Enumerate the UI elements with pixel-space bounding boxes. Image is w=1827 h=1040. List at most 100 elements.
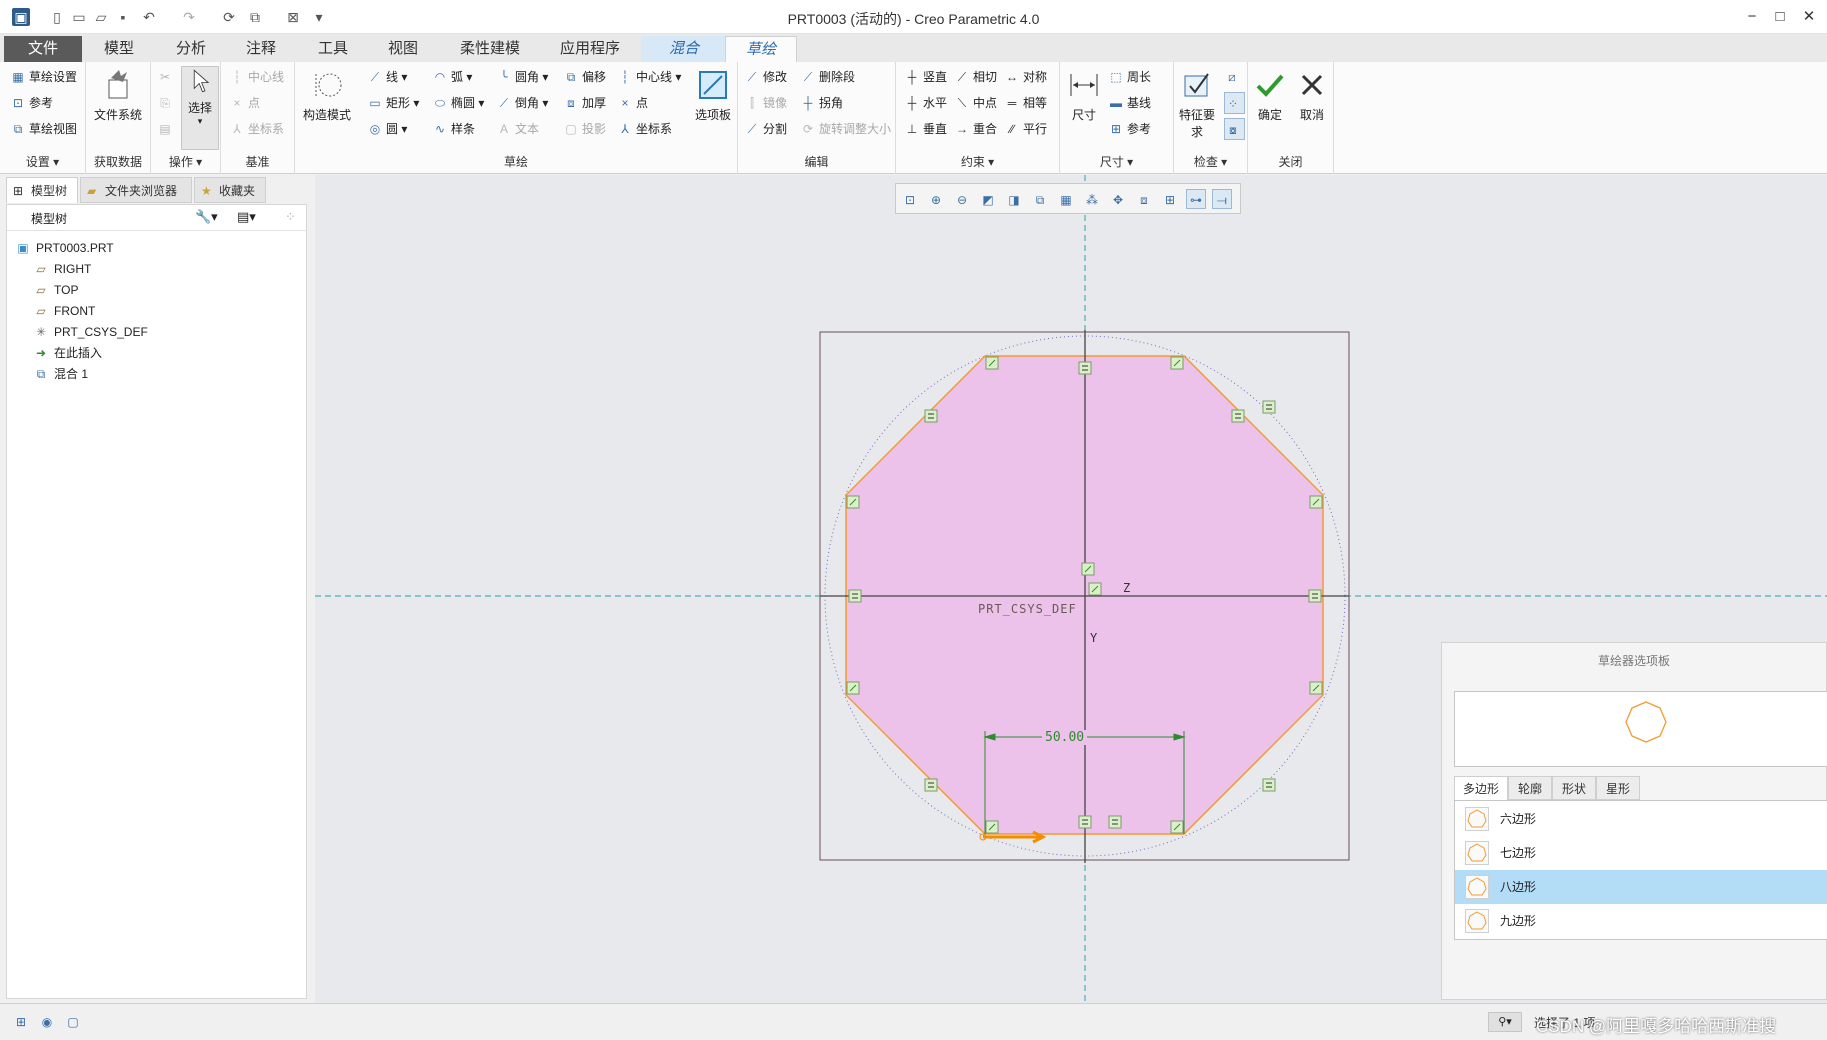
mirror-button[interactable]: ⫿ 镜像 xyxy=(744,92,787,114)
perimeter-button[interactable]: ⬚ 周长 xyxy=(1108,66,1151,88)
cut-icon[interactable]: ✂ xyxy=(157,66,176,88)
palette-item[interactable]: 六边形 xyxy=(1455,802,1827,836)
tab-blend[interactable]: 混合 xyxy=(641,36,727,62)
file-system-button[interactable]: 文件系统 xyxy=(92,68,144,123)
sketch-point-button[interactable]: × 点 xyxy=(617,92,648,114)
construction-mode-button[interactable]: 构造模式 xyxy=(297,68,357,123)
group-operations-label[interactable]: 操作 ▾ xyxy=(151,153,220,170)
tab-sketch[interactable]: 草绘 xyxy=(725,36,797,62)
sketch-view-button[interactable]: ⧉ 草绘视图 xyxy=(10,118,77,140)
line-button[interactable]: ⟋ 线 ▾ xyxy=(367,66,408,88)
highlight-open-ends-icon[interactable]: ⁘ xyxy=(1224,92,1245,114)
maximize-button[interactable]: □ xyxy=(1766,6,1794,28)
full-screen-icon[interactable]: ▢ xyxy=(64,1013,82,1031)
tree-item[interactable]: ▱ FRONT xyxy=(33,300,95,322)
palette-tab-shape[interactable]: 形状 xyxy=(1552,776,1596,800)
repaint-icon[interactable]: ◩ xyxy=(978,189,998,209)
datum-point-button[interactable]: × 点 xyxy=(229,92,260,114)
ellipse-button[interactable]: ⬭ 椭圆 ▾ xyxy=(432,92,485,114)
delete-segment-button[interactable]: ⟋ 删除段 xyxy=(800,66,855,88)
vertical-constraint-button[interactable]: ┼ 竖直 xyxy=(904,66,947,88)
zoom-out-icon[interactable]: ⊖ xyxy=(952,189,972,209)
equal-constraint-button[interactable]: ═ 相等 xyxy=(1004,92,1047,114)
tab-file[interactable]: 文件 xyxy=(4,36,82,62)
tab-model[interactable]: 模型 xyxy=(84,36,154,62)
palette-item[interactable]: 七边形 xyxy=(1455,836,1827,870)
datum-centerline-button[interactable]: ┆ 中心线 xyxy=(229,66,284,88)
sketcher-display-icon[interactable]: ⊶ xyxy=(1186,189,1206,209)
palette-item[interactable]: 八边形 xyxy=(1455,870,1827,904)
ok-button[interactable]: 确定 xyxy=(1250,68,1290,123)
group-inspect-label[interactable]: 检查 ▾ xyxy=(1174,153,1247,170)
paste-icon[interactable]: ▤ xyxy=(157,118,176,140)
tree-item[interactable]: ➜ 在此插入 xyxy=(33,342,102,364)
chamfer-button[interactable]: ⟋ 倒角 ▾ xyxy=(496,92,549,114)
tree-filter-icon[interactable]: ⁘ xyxy=(285,209,296,225)
cancel-button[interactable]: 取消 xyxy=(1292,68,1332,123)
divide-button[interactable]: ⟋ 分割 xyxy=(744,118,787,140)
refit-icon[interactable]: ⊡ xyxy=(900,189,920,209)
datum-display-icon[interactable]: ⁂ xyxy=(1082,189,1102,209)
references-button[interactable]: ⊡ 参考 xyxy=(10,92,53,114)
display-style-icon[interactable]: ◨ xyxy=(1004,189,1024,209)
parallel-constraint-button[interactable]: ∕∕ 平行 xyxy=(1004,118,1047,140)
rectangle-button[interactable]: ▭ 矩形 ▾ xyxy=(367,92,419,114)
tree-item[interactable]: ▣ PRT0003.PRT xyxy=(15,237,113,259)
symmetric-constraint-button[interactable]: ↔ 对称 xyxy=(1004,66,1047,88)
palette-tab-star[interactable]: 星形 xyxy=(1596,776,1640,800)
tree-item[interactable]: ⧉ 混合 1 xyxy=(33,363,88,385)
tangent-constraint-button[interactable]: ⟋ 相切 xyxy=(954,66,997,88)
annotation-display-icon[interactable]: ⧈ xyxy=(1134,189,1154,209)
tab-view[interactable]: 视图 xyxy=(368,36,438,62)
browser-toggle-icon[interactable]: ◉ xyxy=(38,1013,56,1031)
tab-annotate[interactable]: 注释 xyxy=(226,36,296,62)
rotate-resize-button[interactable]: ⟳ 旋转调整大小 xyxy=(800,118,891,140)
spin-center-icon[interactable]: ✥ xyxy=(1108,189,1128,209)
find-icon[interactable]: ⚲▾ xyxy=(1488,1012,1522,1032)
modify-button[interactable]: ⟋ 修改 xyxy=(744,66,787,88)
tree-item[interactable]: ▱ TOP xyxy=(33,279,78,301)
shade-closed-loops-icon[interactable]: ⧇ xyxy=(1224,118,1245,140)
tab-applications[interactable]: 应用程序 xyxy=(544,36,636,62)
tab-model-tree[interactable]: ⊞ 模型树 xyxy=(6,177,78,203)
overlapping-geometry-icon[interactable]: ⧄ xyxy=(1224,66,1243,88)
constraint-display-icon[interactable]: ⟞ xyxy=(1212,189,1232,209)
tree-item[interactable]: ✳ PRT_CSYS_DEF xyxy=(33,321,148,343)
tree-settings-icon[interactable]: 🔧▾ xyxy=(195,209,218,225)
tab-flexible-modeling[interactable]: 柔性建模 xyxy=(440,36,540,62)
reference-dim-button[interactable]: ⊞ 参考 xyxy=(1108,118,1151,140)
copy-icon[interactable]: ⎘ xyxy=(157,92,176,114)
sketch-csys-button[interactable]: ⅄ 坐标系 xyxy=(617,118,672,140)
sketch-view-orient-icon[interactable]: ⊞ xyxy=(1160,189,1180,209)
tab-folder-browser[interactable]: ▰ 文件夹浏览器 xyxy=(80,177,192,203)
arc-button[interactable]: ◠ 弧 ▾ xyxy=(432,66,473,88)
text-button[interactable]: A 文本 xyxy=(496,118,539,140)
palette-item[interactable]: 九边形 xyxy=(1455,904,1827,938)
project-button[interactable]: ▢ 投影 xyxy=(563,118,606,140)
sketch-setup-button[interactable]: ▦ 草绘设置 xyxy=(10,66,77,88)
group-constrain-label[interactable]: 约束 ▾ xyxy=(896,153,1059,170)
view-manager-icon[interactable]: ▦ xyxy=(1056,189,1076,209)
feature-requirements-button[interactable]: 特征要求 xyxy=(1174,68,1220,140)
offset-button[interactable]: ⧉ 偏移 xyxy=(563,66,606,88)
group-dimension-label[interactable]: 尺寸 ▾ xyxy=(1060,153,1173,170)
select-button[interactable]: 选择 ▾ xyxy=(181,66,219,150)
zoom-in-icon[interactable]: ⊕ xyxy=(926,189,946,209)
palette-button[interactable]: 选项板 xyxy=(691,68,735,123)
spline-button[interactable]: ∿ 样条 xyxy=(432,118,475,140)
corner-button[interactable]: ┼ 拐角 xyxy=(800,92,843,114)
sketch-centerline-button[interactable]: ┆ 中心线 ▾ xyxy=(617,66,681,88)
thicken-button[interactable]: ⧈ 加厚 xyxy=(563,92,606,114)
tab-analysis[interactable]: 分析 xyxy=(156,36,226,62)
palette-tab-polygon[interactable]: 多边形 xyxy=(1454,776,1508,800)
group-setup-label[interactable]: 设置 ▾ xyxy=(0,153,85,170)
tree-columns-icon[interactable]: ▤▾ xyxy=(237,209,256,225)
close-button[interactable]: ✕ xyxy=(1795,6,1823,28)
tab-tools[interactable]: 工具 xyxy=(298,36,368,62)
dimension-label[interactable]: 50.00 xyxy=(1042,730,1088,745)
datum-csys-button[interactable]: ⅄ 坐标系 xyxy=(229,118,284,140)
midpoint-constraint-button[interactable]: ⟍ 中点 xyxy=(954,92,997,114)
dimension-button[interactable]: 尺寸 xyxy=(1064,68,1104,123)
coincident-constraint-button[interactable]: → 重合 xyxy=(954,118,997,140)
circle-button[interactable]: ◎ 圆 ▾ xyxy=(367,118,408,140)
